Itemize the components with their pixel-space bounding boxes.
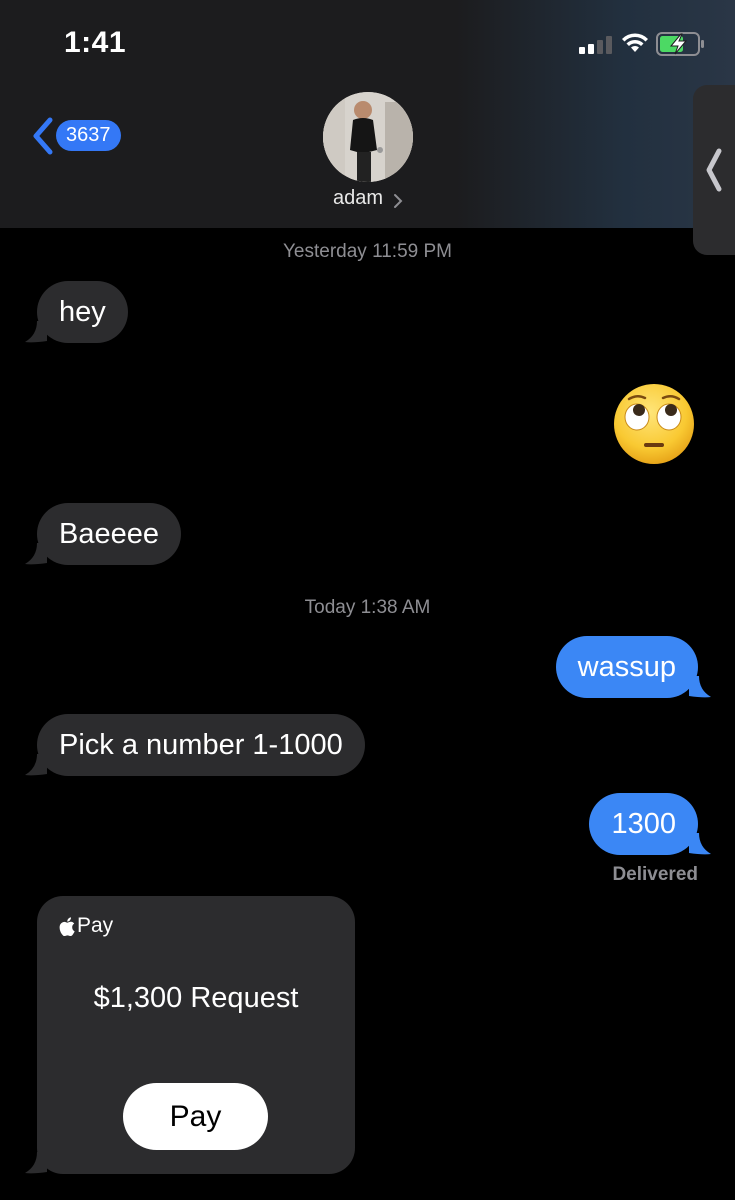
face-with-rolling-eyes-icon[interactable]	[613, 383, 695, 465]
outgoing-message[interactable]: wassup	[555, 636, 698, 698]
conversation-header: 1:41 3637 adam	[0, 0, 735, 255]
bubble-tail	[689, 833, 711, 855]
timestamp: Yesterday 11:59 PM	[283, 241, 452, 262]
bubble-tail	[689, 676, 711, 698]
avatar-photo	[323, 92, 413, 182]
payment-request-amount: $1,300 Request	[93, 982, 299, 1014]
status-time: 1:41	[64, 26, 127, 59]
chevron-left-icon	[706, 148, 722, 192]
bubble-tail	[25, 543, 47, 565]
unread-count-badge[interactable]: 3637	[56, 120, 121, 151]
apple-pay-logo: Pay	[59, 914, 113, 938]
side-handle[interactable]	[693, 85, 735, 255]
contact-name[interactable]: adam	[333, 187, 383, 210]
wifi-icon	[622, 33, 648, 52]
apple-logo-icon	[59, 916, 75, 936]
cellular-signal-icon	[579, 36, 612, 54]
timestamp: Today 1:38 AM	[304, 597, 431, 618]
back-chevron-icon[interactable]	[28, 116, 56, 156]
incoming-message[interactable]: hey	[37, 281, 128, 343]
apple-pay-request-card[interactable]: Pay $1,300 Request Pay	[37, 896, 355, 1174]
outgoing-message[interactable]: 1300	[589, 793, 698, 855]
bubble-tail	[25, 1152, 47, 1174]
incoming-message[interactable]: Baeeee	[37, 503, 181, 565]
battery-charging-icon	[656, 32, 704, 56]
delivery-status: Delivered	[612, 864, 698, 885]
incoming-message[interactable]: Pick a number 1-1000	[37, 714, 365, 776]
chevron-right-icon[interactable]	[393, 193, 403, 209]
pay-button[interactable]: Pay	[123, 1083, 268, 1150]
bubble-tail	[25, 321, 47, 343]
bubble-tail	[25, 754, 47, 776]
contact-avatar[interactable]	[323, 92, 413, 182]
apple-pay-brand: Pay	[77, 914, 114, 937]
